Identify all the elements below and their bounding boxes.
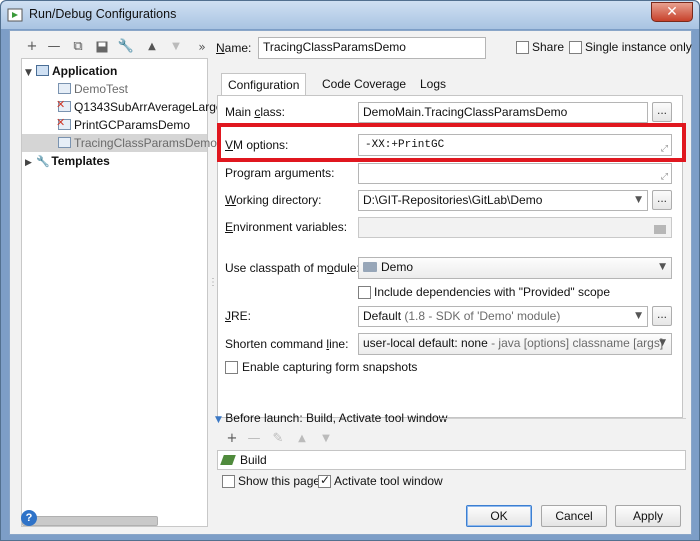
separator: [440, 418, 686, 419]
chevron-down-icon[interactable]: ▼: [635, 311, 642, 321]
environment-variables-label: Environment variables:: [225, 220, 348, 234]
run-debug-dialog: Run/Debug Configurations ✕ + — ⧉ 🔧 ▲ ▼ »…: [0, 0, 700, 541]
splitter-handle[interactable]: ⋮: [208, 277, 218, 297]
tree-item[interactable]: ✕ Q1343SubArrAverageLarge: [56, 98, 223, 116]
jre-label: JRE:: [225, 309, 252, 323]
main-class-field[interactable]: DemoMain.TracingClassParamsDemo: [358, 102, 648, 123]
enable-capturing-label: Enable capturing form snapshots: [242, 360, 418, 374]
tree-node-templates[interactable]: ▶ 🔧 Templates: [22, 152, 110, 170]
move-up-icon[interactable]: ▲: [142, 37, 162, 57]
show-this-page-label: Show this page: [238, 474, 321, 488]
main-class-browse-button[interactable]: ...: [652, 102, 672, 122]
shorten-command-line-select[interactable]: user-local default: none - java [options…: [358, 333, 672, 355]
build-hammer-icon: [220, 455, 236, 465]
title-bar: Run/Debug Configurations ✕: [1, 1, 699, 29]
chevron-down-icon: ▼: [659, 262, 666, 272]
plus-icon[interactable]: +: [22, 37, 42, 57]
horizontal-scrollbar[interactable]: [22, 516, 158, 526]
program-arguments-label: Program arguments:: [225, 166, 335, 180]
share-label: Share: [532, 40, 565, 54]
collapse-triangle-icon[interactable]: ▼: [215, 415, 222, 425]
show-this-page-checkbox[interactable]: [222, 475, 235, 488]
run-config-icon: [58, 137, 71, 148]
include-dependencies-label: Include dependencies with "Provided" sco…: [374, 285, 611, 299]
configuration-tree: ▼ Application DemoTest ✕ Q1343SubArrAverag…: [21, 58, 223, 527]
folder-icon[interactable]: [654, 222, 666, 237]
edit-icon[interactable]: ✎: [268, 429, 288, 449]
cancel-button[interactable]: Cancel: [541, 505, 607, 527]
wrench-icon[interactable]: 🔧: [116, 37, 136, 57]
before-launch-header[interactable]: ▼ Before launch: Build, Activate tool wi…: [215, 411, 447, 425]
working-directory-field[interactable]: D:\GIT-Repositories\GitLab\Demo ▼: [358, 190, 648, 211]
chevron-down-icon: ▼: [659, 338, 666, 348]
expand-icon[interactable]: ⤢: [661, 172, 668, 182]
before-launch-list: Build: [217, 450, 686, 470]
dialog-content: + — ⧉ 🔧 ▲ ▼ » ▼ Application DemoTest ✕ Q13…: [9, 30, 692, 535]
window-title: Run/Debug Configurations: [29, 7, 177, 21]
activate-tool-window-checkbox[interactable]: [318, 473, 331, 488]
application-icon: [36, 65, 49, 76]
share-checkbox[interactable]: [516, 41, 529, 54]
single-instance-label: Single instance only: [585, 40, 692, 54]
run-config-icon: [58, 83, 71, 94]
module-folder-icon: [363, 262, 377, 272]
collapse-arrow-icon[interactable]: ▶: [22, 154, 36, 172]
ok-button[interactable]: OK: [466, 505, 532, 527]
classpath-module-label: Use classpath of module:: [225, 261, 360, 275]
shorten-command-line-label: Shorten command line:: [225, 337, 349, 351]
expand-arrow-icon[interactable]: ▼: [22, 64, 36, 82]
apply-button[interactable]: Apply: [615, 505, 681, 527]
main-class-label: Main class:: [225, 105, 286, 119]
run-config-error-icon: ✕: [56, 116, 71, 130]
highlight-annotation-box: [217, 123, 686, 162]
tab-code-coverage[interactable]: Code Coverage: [316, 73, 412, 95]
wrench-icon: 🔧: [36, 155, 50, 168]
tree-item[interactable]: DemoTest: [58, 80, 128, 98]
include-dependencies-checkbox[interactable]: [358, 286, 371, 299]
plus-icon[interactable]: +: [222, 429, 242, 449]
single-instance-checkbox[interactable]: [569, 41, 582, 54]
tree-node-application[interactable]: ▼ Application: [22, 62, 207, 80]
working-directory-label: Working directory:: [225, 193, 322, 207]
classpath-module-select[interactable]: Demo ▼: [358, 257, 672, 279]
save-icon[interactable]: [92, 37, 112, 57]
help-button[interactable]: ?: [21, 510, 37, 526]
jre-browse-button[interactable]: ...: [652, 306, 672, 326]
enable-capturing-checkbox[interactable]: [225, 361, 238, 374]
program-arguments-field[interactable]: ⤢: [358, 163, 672, 184]
tab-logs[interactable]: Logs: [414, 73, 452, 95]
close-button[interactable]: ✕: [651, 2, 693, 22]
move-down-icon[interactable]: ▼: [316, 429, 336, 449]
tree-item-selected[interactable]: TracingClassParamsDemo: [22, 134, 217, 152]
run-config-error-icon: ✕: [56, 98, 71, 112]
name-field[interactable]: TracingClassParamsDemo: [258, 37, 486, 59]
more-icon[interactable]: »: [192, 37, 212, 57]
move-down-icon[interactable]: ▼: [166, 37, 186, 57]
chevron-down-icon[interactable]: ▼: [635, 195, 642, 205]
list-item[interactable]: Build: [220, 453, 681, 467]
working-directory-browse-button[interactable]: ...: [652, 190, 672, 210]
tree-item[interactable]: ✕ PrintGCParamsDemo: [56, 116, 190, 134]
tab-configuration[interactable]: Configuration: [221, 73, 307, 95]
minus-icon[interactable]: —: [244, 429, 264, 449]
app-icon: [7, 8, 23, 22]
move-up-icon[interactable]: ▲: [292, 429, 312, 449]
environment-variables-field[interactable]: [358, 217, 672, 238]
minus-icon[interactable]: —: [44, 37, 64, 57]
name-label: Name:: [216, 41, 252, 55]
jre-field[interactable]: Default (1.8 - SDK of 'Demo' module) ▼: [358, 306, 648, 327]
activate-tool-window-label: Activate tool window: [334, 474, 443, 488]
copy-icon[interactable]: ⧉: [68, 37, 88, 57]
